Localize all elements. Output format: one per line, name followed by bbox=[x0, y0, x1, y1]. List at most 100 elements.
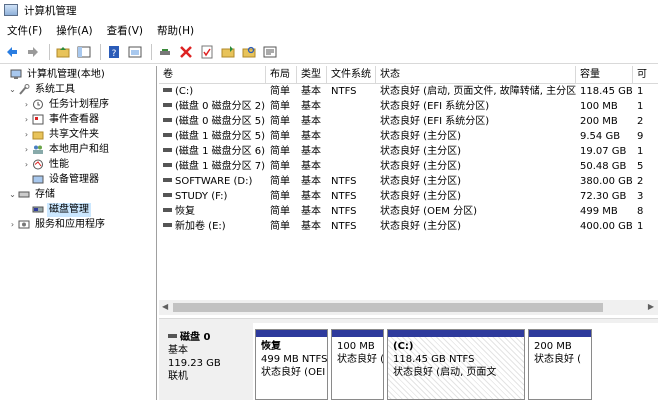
back-arrow-icon[interactable] bbox=[3, 43, 21, 61]
volume-type: 基本 bbox=[301, 191, 321, 202]
volume-icon bbox=[163, 178, 172, 182]
tree-item-disk-management[interactable]: 磁盘管理 bbox=[22, 202, 91, 217]
volume-status: 状态良好 (OEM 分区) bbox=[380, 206, 477, 217]
partition-name: (C:) bbox=[393, 341, 414, 352]
table-row[interactable]: (磁盘 1 磁盘分区 7) 简单 基本 状态良好 (主分区) 50.48 GB … bbox=[159, 159, 658, 174]
volume-icon bbox=[163, 88, 172, 92]
volume-free: 2 bbox=[637, 176, 644, 187]
chevron-right-icon[interactable]: › bbox=[22, 100, 31, 109]
column-header-capacity[interactable]: 容量 bbox=[576, 66, 633, 84]
volume-icon bbox=[163, 163, 172, 167]
tree-label-system-tools: 系统工具 bbox=[35, 83, 75, 95]
tree-item-root[interactable]: 计算机管理(本地) bbox=[0, 67, 107, 82]
volume-layout: 简单 bbox=[270, 101, 290, 112]
partition-efi-2[interactable]: 200 MB 状态良好 ( bbox=[528, 329, 592, 400]
tree-item-performance[interactable]: › 性能 bbox=[22, 157, 71, 172]
menu-file[interactable]: 文件(F) bbox=[0, 23, 49, 38]
chevron-right-icon[interactable]: › bbox=[22, 115, 31, 124]
table-row[interactable]: 新加卷 (E:) 简单 基本 NTFS 状态良好 (主分区) 400.00 GB… bbox=[159, 219, 658, 234]
tree-item-storage[interactable]: ⌄ 存储 bbox=[8, 187, 57, 202]
tree-item-event-viewer[interactable]: › 事件查看器 bbox=[22, 112, 101, 127]
volume-type: 基本 bbox=[301, 206, 321, 217]
volume-layout: 简单 bbox=[270, 191, 290, 202]
partition-size: 499 MB NTFS bbox=[261, 354, 328, 365]
partition-c[interactable]: (C:) 118.45 GB NTFS 状态良好 (启动, 页面文 bbox=[387, 329, 525, 400]
tree-item-device-manager[interactable]: 设备管理器 bbox=[22, 172, 101, 187]
column-header-status[interactable]: 状态 bbox=[376, 66, 576, 84]
scroll-left-icon[interactable]: ◀ bbox=[162, 302, 168, 311]
show-tree-icon[interactable] bbox=[75, 43, 93, 61]
search-folder-icon[interactable] bbox=[240, 43, 258, 61]
tree-item-task-scheduler[interactable]: › 任务计划程序 bbox=[22, 97, 111, 112]
volume-status: 状态良好 (主分区) bbox=[380, 176, 461, 187]
open-folder-icon[interactable] bbox=[219, 43, 237, 61]
connect-icon[interactable] bbox=[156, 43, 174, 61]
table-row[interactable]: 恢复 简单 基本 NTFS 状态良好 (OEM 分区) 499 MB 8 bbox=[159, 204, 658, 219]
disk-management-icon bbox=[32, 206, 44, 213]
chevron-down-icon[interactable]: ⌄ bbox=[8, 190, 17, 199]
volume-name: 新加卷 (E:) bbox=[175, 221, 226, 232]
up-folder-icon[interactable] bbox=[54, 43, 72, 61]
volume-filesystem: NTFS bbox=[331, 176, 357, 187]
disk-0-info[interactable]: 磁盘 0 基本 119.23 GB 联机 bbox=[159, 323, 253, 400]
tree-item-local-users[interactable]: › 本地用户和组 bbox=[22, 142, 111, 157]
chevron-down-icon[interactable]: ⌄ bbox=[8, 85, 17, 94]
volume-name: STUDY (F:) bbox=[175, 191, 228, 202]
properties-icon[interactable] bbox=[261, 43, 279, 61]
volume-icon bbox=[163, 193, 172, 197]
volume-list-header: 卷 布局 类型 文件系统 状态 容量 可 bbox=[159, 66, 658, 84]
tree-label-storage: 存储 bbox=[35, 188, 55, 200]
tree-item-system-tools[interactable]: ⌄ 系统工具 bbox=[8, 82, 77, 97]
volume-filesystem: NTFS bbox=[331, 86, 357, 97]
table-row[interactable]: (磁盘 1 磁盘分区 5) 简单 基本 状态良好 (主分区) 9.54 GB 9 bbox=[159, 129, 658, 144]
table-row[interactable]: (磁盘 1 磁盘分区 6) 简单 基本 状态良好 (主分区) 19.07 GB … bbox=[159, 144, 658, 159]
tree-label-task-scheduler: 任务计划程序 bbox=[49, 98, 109, 110]
scroll-right-icon[interactable]: ▶ bbox=[648, 302, 654, 311]
volume-status: 状态良好 (启动, 页面文件, 故障转储, 主分区) bbox=[380, 86, 576, 97]
column-header-filesystem[interactable]: 文件系统 bbox=[327, 66, 376, 84]
partition-efi-1[interactable]: 100 MB 状态良好 ( bbox=[331, 329, 384, 400]
scrollbar-thumb[interactable] bbox=[173, 303, 603, 312]
toolbar-separator bbox=[100, 43, 101, 60]
disk-icon bbox=[168, 334, 177, 338]
partition-recovery[interactable]: 恢复 499 MB NTFS 状态良好 (OEI bbox=[255, 329, 328, 400]
computer-icon bbox=[10, 69, 22, 79]
table-row[interactable]: SOFTWARE (D:) 简单 基本 NTFS 状态良好 (主分区) 380.… bbox=[159, 174, 658, 189]
tree-item-shared-folders[interactable]: › 共享文件夹 bbox=[22, 127, 101, 142]
volume-free: 8 bbox=[637, 206, 644, 217]
chevron-right-icon[interactable]: › bbox=[22, 160, 31, 169]
menu-view[interactable]: 查看(V) bbox=[100, 23, 150, 38]
disk-name: 磁盘 0 bbox=[180, 332, 211, 343]
forward-arrow-icon[interactable] bbox=[24, 43, 42, 61]
menu-action[interactable]: 操作(A) bbox=[49, 23, 99, 38]
chevron-right-icon[interactable]: › bbox=[22, 130, 31, 139]
table-row[interactable]: (磁盘 0 磁盘分区 5) 简单 基本 状态良好 (EFI 系统分区) 200 … bbox=[159, 114, 658, 129]
navigation-tree: 计算机管理(本地) ⌄ 系统工具 › 任务计划程序 › 事件查看器 › 共享文件… bbox=[0, 66, 157, 400]
volume-capacity: 72.30 GB bbox=[580, 191, 627, 202]
tree-label-shared-folders: 共享文件夹 bbox=[49, 128, 99, 140]
menu-help[interactable]: 帮助(H) bbox=[150, 23, 201, 38]
table-row[interactable]: STUDY (F:) 简单 基本 NTFS 状态良好 (主分区) 72.30 G… bbox=[159, 189, 658, 204]
volume-layout: 简单 bbox=[270, 221, 290, 232]
check-icon[interactable] bbox=[198, 43, 216, 61]
horizontal-scrollbar[interactable]: ◀ ▶ bbox=[159, 300, 658, 315]
table-row[interactable]: (磁盘 0 磁盘分区 2) 简单 基本 状态良好 (EFI 系统分区) 100 … bbox=[159, 99, 658, 114]
help-icon[interactable]: ? bbox=[105, 43, 123, 61]
tree-item-services-apps[interactable]: › 服务和应用程序 bbox=[8, 217, 107, 232]
chevron-right-icon[interactable]: › bbox=[22, 145, 31, 154]
column-header-volume[interactable]: 卷 bbox=[159, 66, 266, 84]
table-row[interactable]: (C:) 简单 基本 NTFS 状态良好 (启动, 页面文件, 故障转储, 主分… bbox=[159, 84, 658, 99]
volume-icon bbox=[163, 133, 172, 137]
partition-status: 状态良好 ( bbox=[337, 354, 384, 365]
volume-layout: 简单 bbox=[270, 176, 290, 187]
column-header-layout[interactable]: 布局 bbox=[266, 66, 297, 84]
column-header-type[interactable]: 类型 bbox=[297, 66, 327, 84]
tree-label-event-viewer: 事件查看器 bbox=[49, 113, 99, 125]
console-icon[interactable] bbox=[126, 43, 144, 61]
volume-layout: 简单 bbox=[270, 131, 290, 142]
menu-bar: 文件(F) 操作(A) 查看(V) 帮助(H) bbox=[0, 21, 658, 40]
delete-icon[interactable] bbox=[177, 43, 195, 61]
volume-free: 1 bbox=[637, 146, 644, 157]
column-header-free[interactable]: 可 bbox=[633, 66, 658, 84]
chevron-right-icon[interactable]: › bbox=[8, 220, 17, 229]
